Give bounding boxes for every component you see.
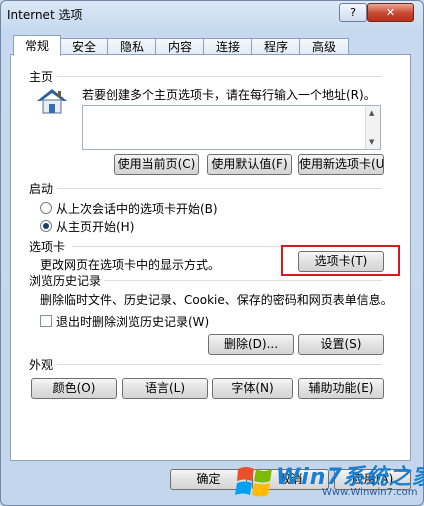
home-separator bbox=[57, 76, 382, 77]
use-current-button[interactable]: 使用当前页(C) bbox=[114, 154, 199, 175]
startup-separator bbox=[57, 188, 382, 189]
history-heading: 浏览历史记录 bbox=[29, 274, 102, 288]
use-default-button[interactable]: 使用默认值(F) bbox=[207, 154, 292, 175]
scroll-up-icon[interactable]: ▲ bbox=[369, 109, 374, 117]
help-button[interactable]: ? bbox=[339, 3, 367, 22]
appearance-separator bbox=[57, 364, 382, 365]
history-settings-button[interactable]: 设置(S) bbox=[298, 334, 384, 355]
startup-heading: 启动 bbox=[29, 182, 54, 196]
window-title: Internet 选项 bbox=[7, 8, 83, 22]
home-description: 若要创建多个主页选项卡，请在每行输入一个地址(R)。 bbox=[82, 88, 376, 102]
home-page-address-field[interactable]: ▲ ▼ bbox=[82, 105, 381, 150]
tab-general[interactable]: 常规 bbox=[13, 35, 61, 56]
history-separator bbox=[104, 280, 382, 281]
textarea-scrollbar[interactable]: ▲ ▼ bbox=[365, 106, 380, 149]
watermark: Win7系统之家 Www.Winwin7.com bbox=[232, 457, 424, 503]
close-button[interactable]: ✕ bbox=[367, 3, 414, 22]
accessibility-button[interactable]: 辅助功能(E) bbox=[298, 378, 384, 399]
languages-button[interactable]: 语言(L) bbox=[122, 378, 208, 399]
house-icon bbox=[34, 86, 70, 116]
watermark-url: Www.Winwin7.com bbox=[322, 487, 418, 498]
tabs-description: 更改网页在选项卡中的显示方式。 bbox=[40, 258, 221, 272]
use-new-tab-button[interactable]: 使用新选项卡(U) bbox=[298, 154, 384, 175]
highlight-box bbox=[281, 245, 400, 276]
startup-last-session-radio[interactable] bbox=[40, 202, 52, 214]
history-description: 删除临时文件、历史记录、Cookie、保存的密码和网页表单信息。 bbox=[40, 293, 393, 307]
startup-last-session-label: 从上次会话中的选项卡开始(B) bbox=[56, 202, 218, 216]
startup-home-radio[interactable] bbox=[40, 220, 52, 232]
colors-button[interactable]: 颜色(O) bbox=[31, 378, 117, 399]
delete-on-exit-checkbox[interactable] bbox=[40, 315, 52, 327]
delete-history-button[interactable]: 删除(D)... bbox=[208, 334, 294, 355]
home-heading: 主页 bbox=[29, 70, 54, 84]
fonts-button[interactable]: 字体(N) bbox=[212, 378, 293, 399]
delete-on-exit-label: 退出时删除浏览历史记录(W) bbox=[56, 315, 210, 329]
tabs-heading: 选项卡 bbox=[29, 240, 66, 254]
scroll-down-icon[interactable]: ▼ bbox=[369, 138, 374, 146]
appearance-heading: 外观 bbox=[29, 358, 54, 372]
startup-home-label: 从主页开始(H) bbox=[56, 220, 135, 234]
